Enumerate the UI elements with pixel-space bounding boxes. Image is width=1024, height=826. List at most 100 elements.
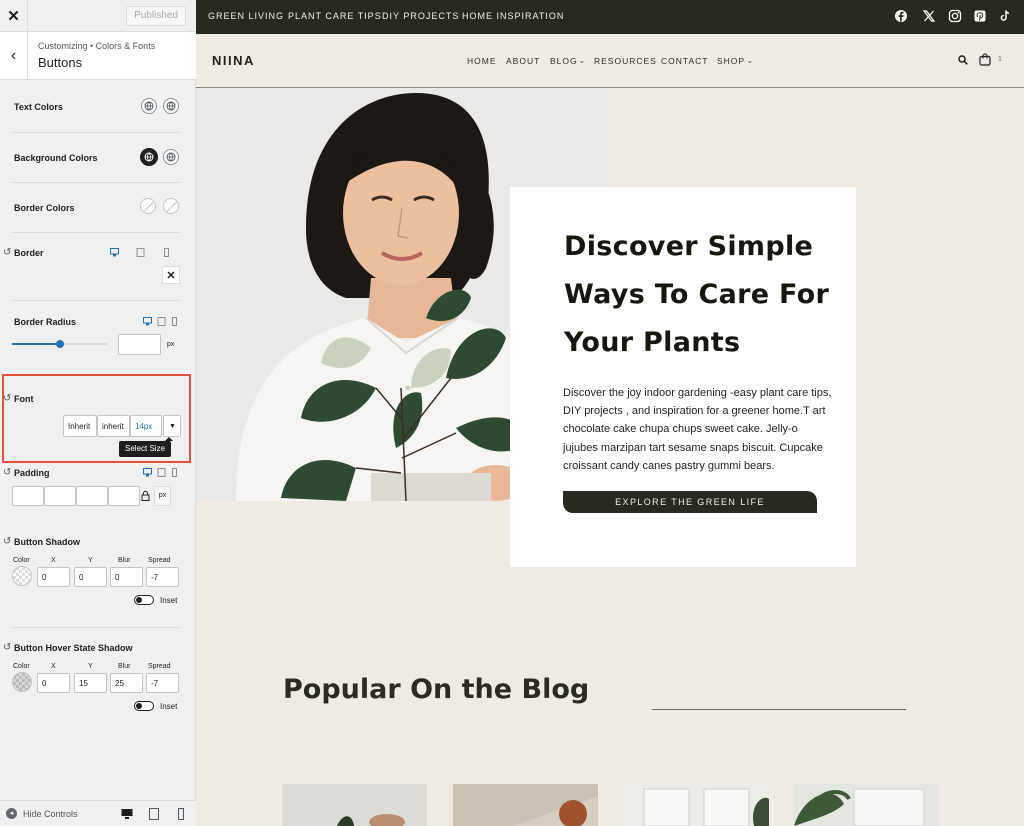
collapse-arrow-icon[interactable]: ◂: [6, 808, 17, 819]
nav-blog[interactable]: BLOG: [550, 56, 578, 66]
border-colors-label: Border Colors: [14, 203, 75, 213]
instagram-icon[interactable]: [948, 9, 962, 23]
hover-shadow-x-input[interactable]: 0: [37, 673, 70, 693]
topbar-link-plant-care-tips[interactable]: PLANT CARE TIPS: [288, 11, 382, 21]
x-icon[interactable]: [922, 9, 936, 23]
shadow-y-input[interactable]: 0: [74, 567, 107, 587]
blog-thumbnail[interactable]: [794, 784, 939, 826]
hover-shadow-inset-toggle[interactable]: [134, 701, 154, 711]
globe-icon: [144, 101, 154, 111]
hover-shadow-label: Button Hover State Shadow: [14, 643, 133, 653]
mobile-icon[interactable]: [170, 468, 179, 477]
reset-icon[interactable]: ↺: [3, 536, 11, 547]
background-color-swatch-2[interactable]: [163, 149, 179, 165]
chevron-down-icon[interactable]: ⌄: [747, 57, 754, 65]
nav-home[interactable]: HOME: [467, 56, 497, 66]
site-preview: GREEN LIVING PLANT CARE TIPS DIY PROJECT…: [196, 0, 1024, 826]
tablet-icon[interactable]: [157, 317, 166, 326]
border-color-swatch-2[interactable]: [163, 198, 179, 214]
hover-shadow-blur-input[interactable]: 25: [110, 673, 143, 693]
border-radius-slider[interactable]: [12, 340, 107, 348]
padding-label: Padding: [14, 468, 50, 478]
border-radius-input[interactable]: [118, 334, 161, 355]
reset-icon[interactable]: ↺: [3, 247, 11, 258]
nav-shop[interactable]: SHOP: [717, 56, 745, 66]
mobile-icon[interactable]: [162, 248, 171, 257]
font-weight-select[interactable]: inherit: [97, 415, 130, 437]
tablet-icon[interactable]: [157, 468, 166, 477]
padding-top-input[interactable]: [12, 486, 44, 506]
shadow-blur-input[interactable]: 0: [110, 567, 143, 587]
topbar-link-home-inspiration[interactable]: HOME INSPIRATION: [462, 11, 564, 21]
border-radius-unit[interactable]: px: [167, 341, 174, 348]
padding-right-input[interactable]: [44, 486, 76, 506]
font-family-select[interactable]: Inherit: [63, 415, 97, 437]
border-label: Border: [14, 248, 44, 258]
hover-shadow-color-picker[interactable]: [12, 672, 32, 692]
text-color-swatch-2[interactable]: [163, 98, 179, 114]
reset-icon[interactable]: ↺: [3, 467, 11, 478]
button-shadow-label: Button Shadow: [14, 537, 80, 547]
hover-shadow-color-label: Color: [13, 663, 30, 670]
topbar-link-green-living[interactable]: GREEN LIVING: [208, 11, 284, 21]
font-size-select[interactable]: 14px: [130, 415, 162, 437]
desktop-preview-icon[interactable]: [121, 808, 133, 820]
tiktok-icon[interactable]: [998, 9, 1012, 23]
text-color-swatch-1[interactable]: [141, 98, 157, 114]
tablet-icon[interactable]: [136, 248, 145, 257]
close-icon: ✕: [166, 269, 176, 282]
mobile-icon[interactable]: [170, 317, 179, 326]
shadow-inset-toggle[interactable]: [134, 595, 154, 605]
padding-unit[interactable]: px: [154, 486, 171, 506]
border-style-none-button[interactable]: ✕: [162, 266, 180, 284]
font-size-dropdown-button[interactable]: ▼: [163, 415, 181, 437]
customizer-sidebar: ✕ Published ‹ Customizing • Colors & Fon…: [0, 0, 196, 826]
blog-thumbnail[interactable]: [624, 784, 769, 826]
blog-thumbnail[interactable]: [282, 784, 427, 826]
blog-thumbnail-image: [794, 784, 939, 826]
nav-contact[interactable]: CONTACT: [661, 56, 708, 66]
mobile-preview-icon[interactable]: [175, 808, 187, 820]
blog-thumbnail[interactable]: [453, 784, 598, 826]
explore-button[interactable]: EXPLORE THE GREEN LIFE: [563, 491, 817, 513]
cart-icon[interactable]: [979, 53, 991, 66]
facebook-icon[interactable]: [894, 9, 908, 23]
padding-left-input[interactable]: [108, 486, 140, 506]
chevron-down-icon[interactable]: ⌄: [579, 57, 586, 65]
shadow-color-picker[interactable]: [12, 566, 32, 586]
shadow-spread-input[interactable]: -7: [146, 567, 179, 587]
tablet-preview-icon[interactable]: [148, 808, 160, 820]
pinterest-icon[interactable]: [973, 9, 987, 23]
shadow-x-label: X: [51, 557, 56, 564]
shadow-x-input[interactable]: 0: [37, 567, 70, 587]
lock-icon[interactable]: [141, 490, 150, 501]
background-color-swatch-1[interactable]: [140, 148, 158, 166]
reset-icon[interactable]: ↺: [3, 393, 11, 404]
published-button[interactable]: Published: [126, 6, 186, 26]
hover-shadow-y-input[interactable]: 15: [74, 673, 107, 693]
nav-resources[interactable]: RESOURCES: [594, 56, 657, 66]
topbar-link-diy-projects[interactable]: DIY PROJECTS: [382, 11, 459, 21]
section-header: ‹ Customizing • Colors & Fonts Buttons: [0, 32, 196, 80]
back-button[interactable]: ‹: [0, 32, 28, 79]
desktop-icon[interactable]: [143, 317, 152, 326]
hide-controls-button[interactable]: Hide Controls: [23, 809, 78, 819]
nav-about[interactable]: ABOUT: [506, 56, 540, 66]
customizer-header-bar: ✕ Published: [0, 0, 196, 32]
padding-bottom-input[interactable]: [76, 486, 108, 506]
desktop-icon[interactable]: [110, 248, 119, 257]
close-customizer-button[interactable]: ✕: [0, 0, 28, 32]
border-color-swatch-1[interactable]: [140, 198, 156, 214]
search-icon[interactable]: [958, 55, 968, 65]
customizer-footer: ◂ Hide Controls: [0, 800, 196, 826]
site-logo[interactable]: NIINA: [212, 53, 255, 68]
desktop-icon[interactable]: [143, 468, 152, 477]
blog-section-title: Popular On the Blog: [283, 674, 590, 705]
divider: [12, 232, 180, 233]
hover-shadow-spread-input[interactable]: -7: [146, 673, 179, 693]
reset-icon[interactable]: ↺: [3, 642, 11, 653]
breadcrumb: Customizing • Colors & Fonts: [38, 41, 156, 51]
divider: [12, 300, 180, 301]
text-colors-label: Text Colors: [14, 102, 63, 112]
slider-handle[interactable]: [55, 340, 64, 348]
